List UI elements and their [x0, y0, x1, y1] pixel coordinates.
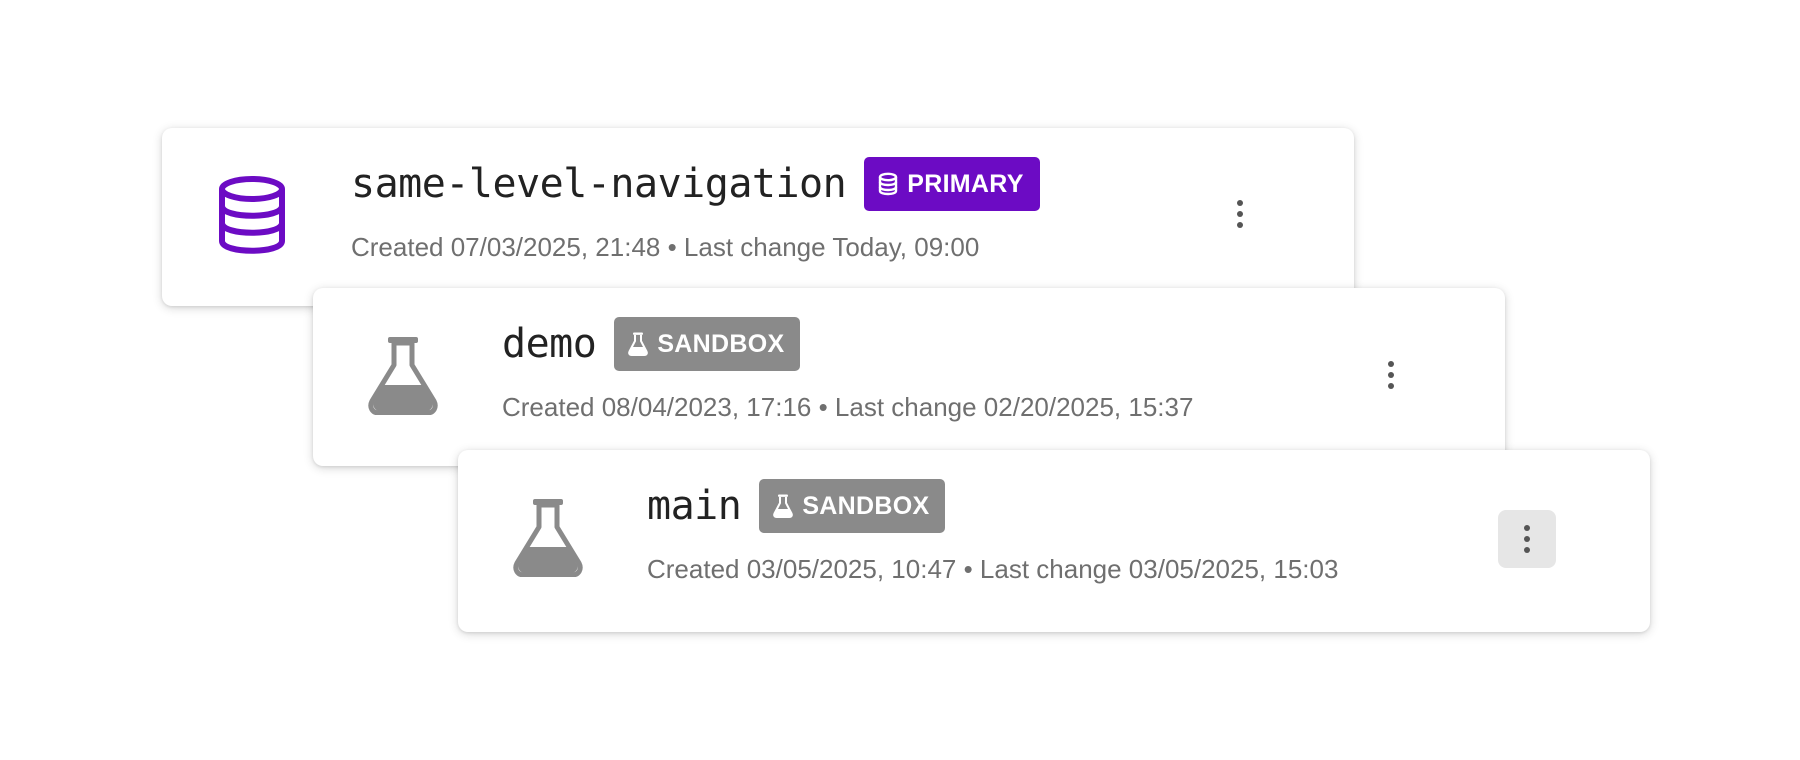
- branch-name: demo: [502, 321, 597, 367]
- branch-card-main[interactable]: main SANDBOX Created 03/05/2025, 10:47 •…: [458, 450, 1650, 632]
- flask-icon: [773, 494, 794, 518]
- branch-meta: Created 08/04/2023, 17:16 • Last change …: [502, 392, 1194, 422]
- branch-title-row: main SANDBOX: [647, 478, 946, 534]
- kebab-menu-icon: [1237, 200, 1243, 228]
- branch-meta: Created 07/03/2025, 21:48 • Last change …: [351, 232, 980, 262]
- kebab-menu-icon: [1524, 525, 1530, 553]
- badge-label: PRIMARY: [907, 169, 1024, 198]
- badge-label: SANDBOX: [802, 491, 930, 520]
- branch-meta: Created 03/05/2025, 10:47 • Last change …: [647, 554, 1339, 584]
- database-icon: [878, 172, 898, 196]
- flask-icon: [628, 332, 649, 356]
- branch-menu-button[interactable]: [1498, 510, 1556, 568]
- badge-label: SANDBOX: [657, 329, 785, 358]
- branch-menu-button[interactable]: [1362, 346, 1420, 404]
- sandbox-badge: SANDBOX: [614, 317, 801, 371]
- database-icon: [214, 172, 290, 258]
- branch-title-row: same-level-navigation PRIMARY: [351, 156, 1040, 212]
- branch-menu-button[interactable]: [1211, 185, 1269, 243]
- flask-icon: [510, 494, 586, 580]
- branch-list: same-level-navigation PRIMARY Created 07…: [0, 0, 1800, 760]
- branch-card-demo[interactable]: demo SANDBOX Created 08/04/2023, 17:16 •…: [313, 288, 1505, 466]
- branch-name: same-level-navigation: [351, 161, 847, 207]
- flask-icon: [365, 332, 441, 418]
- branch-card-same-level-navigation[interactable]: same-level-navigation PRIMARY Created 07…: [162, 128, 1354, 306]
- kebab-menu-icon: [1388, 361, 1394, 389]
- branch-name: main: [647, 483, 742, 529]
- sandbox-badge: SANDBOX: [759, 479, 946, 533]
- primary-badge: PRIMARY: [864, 157, 1040, 211]
- branch-title-row: demo SANDBOX: [502, 316, 801, 372]
